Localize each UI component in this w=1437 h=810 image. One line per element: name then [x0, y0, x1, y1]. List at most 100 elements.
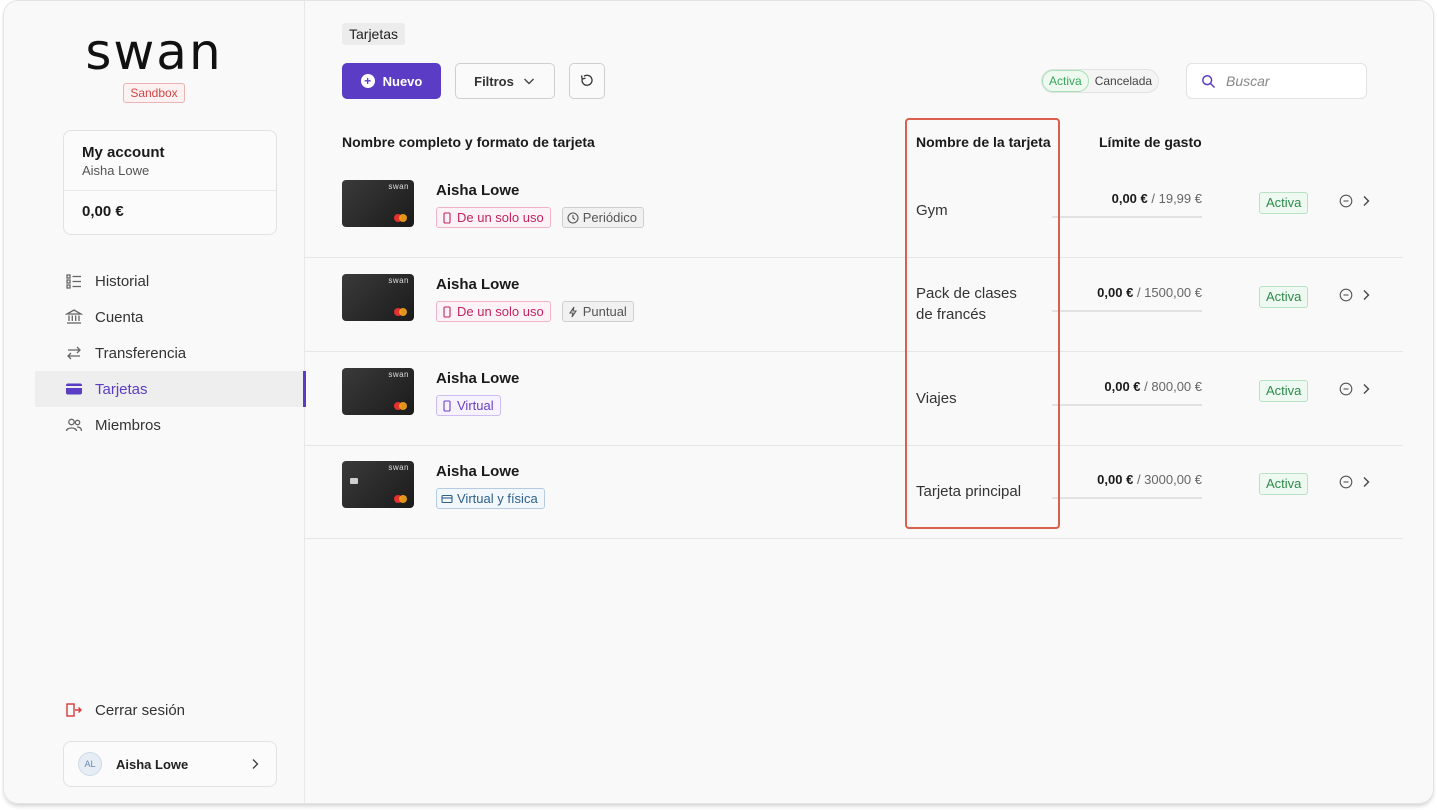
sidebar-item-label: Transferencia: [95, 344, 187, 362]
limit-amount: / 3000,00 €: [1136, 472, 1202, 487]
logo: swan Sandbox: [4, 27, 304, 103]
table-row[interactable]: swan Aisha Lowe Virtual Viajes 0,00 € / …: [305, 352, 1403, 446]
spent-amount: 0,00 €: [1104, 379, 1141, 394]
spending-progress-bar: [1052, 404, 1202, 406]
card-name: Tarjeta principal: [916, 483, 1022, 500]
chevron-right-icon[interactable]: [1359, 288, 1373, 302]
spending-progress-bar: [1052, 497, 1202, 499]
tag-periodic: Periódico: [561, 207, 644, 228]
spent-amount: 0,00 €: [1111, 191, 1148, 206]
status-toggle: Activa Cancelada: [1041, 69, 1160, 93]
limit-amount: / 19,99 €: [1151, 191, 1202, 206]
limit-amount: / 1500,00 €: [1136, 285, 1202, 300]
card-thumbnail: swan: [342, 461, 414, 508]
column-header-name-format: Nombre completo y formato de tarjeta: [342, 134, 595, 150]
phone-icon: [443, 399, 451, 412]
user-menu[interactable]: AL Aisha Lowe: [63, 741, 277, 787]
cancel-card-icon[interactable]: [1339, 288, 1353, 302]
user-name: Aisha Lowe: [116, 756, 189, 772]
cancel-card-icon[interactable]: [1339, 475, 1353, 489]
spending-limit: 0,00 € / 800,00 €: [1052, 379, 1202, 394]
sandbox-badge: Sandbox: [123, 83, 185, 103]
chevron-right-icon[interactable]: [1359, 475, 1373, 489]
card-thumbnail: swan: [342, 180, 414, 227]
column-header-card-name: Nombre de la tarjeta: [916, 134, 1051, 150]
cardholder-name: Aisha Lowe: [436, 182, 520, 199]
account-card[interactable]: My account Aisha Lowe 0,00 €: [63, 130, 277, 235]
cancel-card-icon[interactable]: [1339, 382, 1353, 396]
card-brand: swan: [388, 463, 409, 472]
toggle-active[interactable]: Activa: [1042, 70, 1089, 92]
sidebar-item-historial[interactable]: Historial: [35, 263, 305, 299]
tag-virtual: Virtual: [436, 395, 501, 416]
search-icon: [1202, 74, 1216, 88]
cancel-card-icon[interactable]: [1339, 194, 1353, 208]
clock-icon: [567, 211, 579, 224]
filters-button[interactable]: Filtros: [455, 63, 555, 99]
card-chip-icon: [350, 478, 358, 484]
card-name: Gym: [916, 202, 948, 219]
status-badge: Activa: [1259, 473, 1309, 495]
chevron-right-icon[interactable]: [1359, 382, 1373, 396]
spent-amount: 0,00 €: [1097, 472, 1134, 487]
mastercard-icon: [394, 402, 408, 410]
card-icon: [65, 380, 83, 398]
cardholder-name: Aisha Lowe: [436, 463, 520, 480]
sidebar: swan Sandbox My account Aisha Lowe 0,00 …: [4, 1, 306, 803]
chevron-down-icon: [523, 78, 534, 85]
tag-one-off: Puntual: [561, 301, 634, 322]
status-badge: Activa: [1259, 192, 1309, 214]
sidebar-item-transferencia[interactable]: Transferencia: [35, 335, 305, 371]
sidebar-nav: Historial Cuenta Transferencia Tarjetas: [35, 263, 306, 443]
card-name: Pack de clases de francés: [916, 285, 1017, 323]
filters-label: Filtros: [474, 73, 514, 89]
avatar: AL: [78, 752, 102, 776]
phone-icon: [443, 305, 451, 318]
sidebar-item-label: Historial: [95, 272, 150, 290]
card-thumbnail: swan: [342, 368, 414, 415]
card-brand: swan: [388, 370, 409, 379]
account-balance: 0,00 €: [82, 203, 124, 220]
spending-limit: 0,00 € / 19,99 €: [1052, 191, 1202, 206]
sidebar-item-cuenta[interactable]: Cuenta: [35, 299, 305, 335]
app-window: swan Sandbox My account Aisha Lowe 0,00 …: [4, 1, 1433, 803]
table-row[interactable]: swan Aisha Lowe De un solo uso Puntual P…: [305, 258, 1403, 352]
card-brand: swan: [388, 182, 409, 191]
list-icon: [65, 272, 83, 290]
account-title: My account: [82, 144, 165, 161]
chevron-right-icon[interactable]: [1359, 194, 1373, 208]
tag-virtual-physical: Virtual y física: [436, 488, 545, 509]
spending-progress-bar: [1052, 310, 1202, 312]
plus-icon: +: [360, 74, 375, 88]
card-thumbnail: swan: [342, 274, 414, 321]
tag-single-use: De un solo uso: [436, 207, 551, 228]
cardholder-name: Aisha Lowe: [436, 370, 520, 387]
search-input[interactable]: [1226, 73, 1356, 89]
new-card-button[interactable]: + Nuevo: [342, 63, 441, 99]
cardholder-name: Aisha Lowe: [436, 276, 520, 293]
spent-amount: 0,00 €: [1097, 285, 1134, 300]
logout-button[interactable]: Cerrar sesión: [65, 701, 185, 719]
refresh-button[interactable]: [569, 63, 605, 99]
sidebar-item-miembros[interactable]: Miembros: [35, 407, 305, 443]
logout-label: Cerrar sesión: [95, 701, 186, 719]
card-icon: [441, 494, 453, 503]
logout-icon: [65, 701, 83, 719]
mastercard-icon: [394, 495, 408, 503]
table-row[interactable]: swan Aisha Lowe De un solo uso Periódico…: [305, 164, 1403, 258]
card-brand: swan: [388, 276, 409, 285]
table-row[interactable]: swan Aisha Lowe Virtual y física Tarjeta…: [305, 445, 1403, 539]
phone-icon: [443, 211, 451, 224]
refresh-icon: [580, 74, 593, 86]
sidebar-item-label: Tarjetas: [95, 380, 148, 398]
sidebar-item-label: Miembros: [95, 416, 161, 434]
toggle-canceled[interactable]: Cancelada: [1089, 70, 1158, 92]
account-owner: Aisha Lowe: [82, 163, 150, 178]
chevron-right-icon: [252, 759, 259, 769]
spending-limit: 0,00 € / 1500,00 €: [1052, 285, 1202, 300]
bolt-icon: [568, 306, 577, 317]
mastercard-icon: [394, 214, 408, 222]
sidebar-item-tarjetas[interactable]: Tarjetas: [35, 371, 306, 407]
status-badge: Activa: [1259, 380, 1309, 402]
bank-icon: [65, 308, 83, 326]
